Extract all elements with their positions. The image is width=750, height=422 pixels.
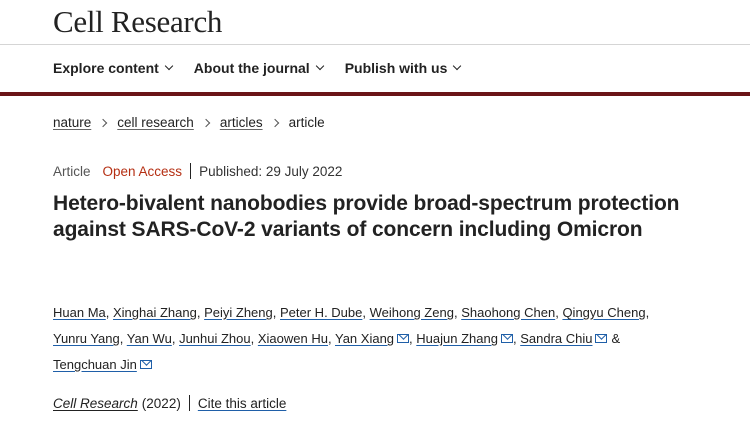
author-item: Yan Xiang, xyxy=(335,331,413,346)
author-item: Tengchuan Jin xyxy=(53,357,152,372)
journal-brand[interactable]: Cell Research xyxy=(53,4,222,40)
author-item: Shaohong Chen, xyxy=(461,305,559,320)
author-item: Yunru Yang, xyxy=(53,331,124,346)
article-meta: Article Open Access Published: 29 July 2… xyxy=(53,163,342,179)
author-item: Peter H. Dube, xyxy=(280,305,366,320)
author-link[interactable]: Peter H. Dube xyxy=(280,305,362,320)
published-date: Published: 29 July 2022 xyxy=(199,163,343,179)
nav-publish-with-us[interactable]: Publish with us xyxy=(344,60,462,76)
breadcrumb-current: article xyxy=(288,115,325,130)
article-type: Article xyxy=(53,163,91,179)
author-ampersand: & xyxy=(611,331,621,346)
accent-bar xyxy=(0,92,750,96)
journal-link[interactable]: Cell Research xyxy=(53,396,138,411)
author-item: Weihong Zeng, xyxy=(369,305,458,320)
breadcrumb: nature cell research articles article xyxy=(53,115,325,130)
author-item: Xinghai Zhang, xyxy=(113,305,201,320)
author-item: Huajun Zhang, xyxy=(416,331,517,346)
author-link[interactable]: Xinghai Zhang xyxy=(113,305,197,320)
header-divider xyxy=(0,44,750,45)
nav-publish-with-us-label: Publish with us xyxy=(344,60,448,76)
nav-explore-content-label: Explore content xyxy=(53,60,159,76)
mail-icon[interactable] xyxy=(500,334,513,343)
nav-explore-content[interactable]: Explore content xyxy=(53,60,174,76)
author-list: Huan Ma, Xinghai Zhang, Peiyi Zheng, Pet… xyxy=(53,300,693,378)
citation-line: Cell Research (2022) Cite this article xyxy=(53,395,286,411)
mail-icon[interactable] xyxy=(595,334,608,343)
author-item: Qingyu Cheng, xyxy=(562,305,650,320)
mail-icon[interactable] xyxy=(397,334,410,343)
author-item: Peiyi Zheng, xyxy=(204,305,277,320)
author-item: Xiaowen Hu, xyxy=(257,331,332,346)
meta-divider xyxy=(190,163,192,179)
citation-year: (2022) xyxy=(141,395,181,411)
chevron-down-icon xyxy=(164,61,174,71)
main-nav: Explore content About the journal Publis… xyxy=(53,60,482,76)
author-link[interactable]: Shaohong Chen xyxy=(461,305,555,320)
chevron-right-icon xyxy=(270,118,279,127)
citation-divider xyxy=(188,395,190,411)
chevron-right-icon xyxy=(201,118,211,127)
author-link[interactable]: Sandra Chiu xyxy=(520,331,592,346)
author-link[interactable]: Peiyi Zheng xyxy=(204,305,273,320)
author-link[interactable]: Huan Ma xyxy=(53,305,106,320)
author-link[interactable]: Yan Wu xyxy=(127,331,172,346)
chevron-down-icon xyxy=(453,61,462,71)
breadcrumb-articles[interactable]: articles xyxy=(220,115,263,130)
open-access-label: Open Access xyxy=(102,163,183,179)
chevron-right-icon xyxy=(99,118,108,127)
author-item: Sandra Chiu & xyxy=(520,331,620,346)
mail-icon[interactable] xyxy=(139,360,152,369)
author-link[interactable]: Xiaowen Hu xyxy=(258,331,328,346)
author-link[interactable]: Tengchuan Jin xyxy=(53,357,137,372)
author-link[interactable]: Yunru Yang xyxy=(53,331,120,346)
author-item: Huan Ma, xyxy=(53,305,110,320)
author-link[interactable]: Weihong Zeng xyxy=(370,305,454,320)
author-item: Yan Wu, xyxy=(126,331,176,346)
cite-this-article-link[interactable]: Cite this article xyxy=(198,396,287,411)
author-item: Junhui Zhou, xyxy=(179,331,255,346)
author-link[interactable]: Qingyu Cheng xyxy=(562,305,645,320)
nav-about-journal[interactable]: About the journal xyxy=(193,60,324,76)
author-link[interactable]: Huajun Zhang xyxy=(416,331,498,346)
article-title: Hetero-bivalent nanobodies provide broad… xyxy=(53,192,680,241)
chevron-down-icon xyxy=(315,61,324,71)
nav-about-journal-label: About the journal xyxy=(193,60,310,76)
author-link[interactable]: Junhui Zhou xyxy=(179,331,251,346)
breadcrumb-nature[interactable]: nature xyxy=(53,115,91,130)
author-link[interactable]: Yan Xiang xyxy=(335,331,394,346)
breadcrumb-cell-research[interactable]: cell research xyxy=(117,115,194,130)
